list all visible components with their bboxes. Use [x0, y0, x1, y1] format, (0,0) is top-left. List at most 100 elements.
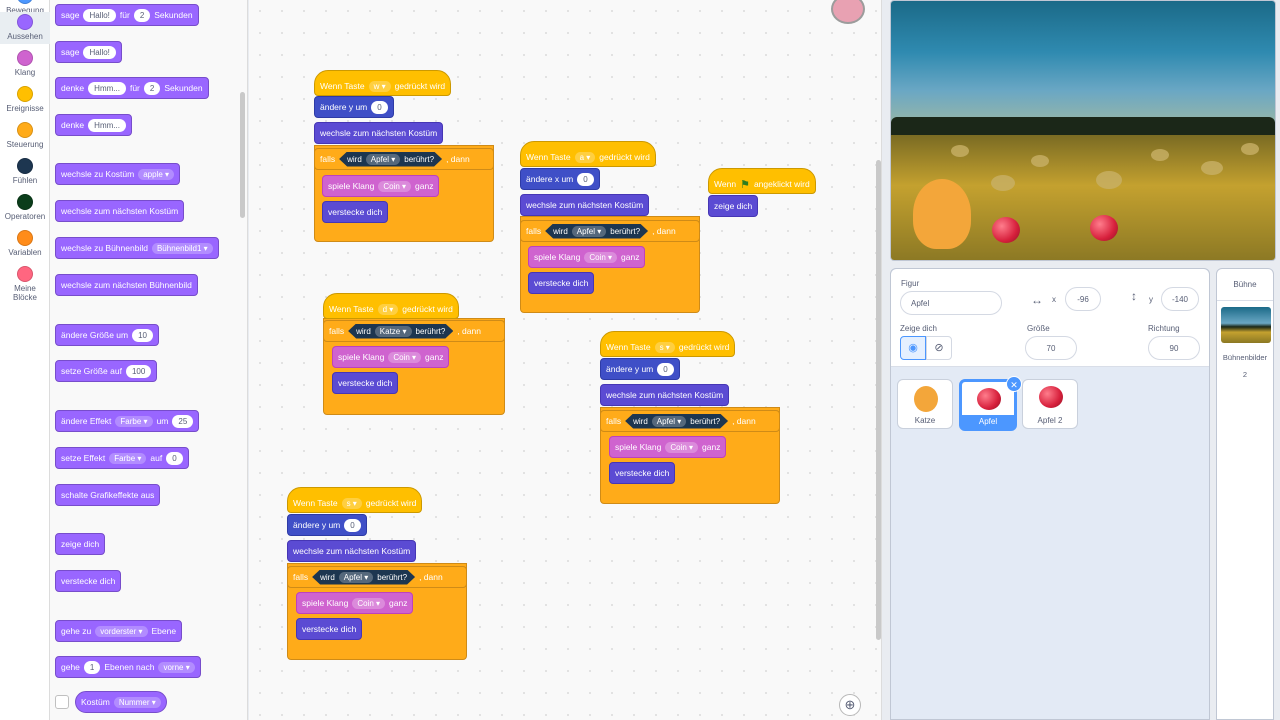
key-dropdown[interactable]: s ▾	[341, 497, 362, 509]
key-dropdown[interactable]: w ▾	[368, 80, 391, 92]
number-input[interactable]: 0	[166, 451, 183, 465]
palette-think-block[interactable]: denke Hmm...	[55, 114, 132, 136]
sprite-dropdown[interactable]: Apfel ▾	[652, 416, 686, 427]
hide-block[interactable]: verstecke dich	[528, 272, 595, 294]
palette-change-effect-block[interactable]: ändere Effekt Farbe ▾ um 25	[55, 410, 200, 432]
sound-dropdown[interactable]: Coin ▾	[665, 441, 699, 453]
palette-scrollbar[interactable]	[240, 92, 245, 218]
palette-think-timed-block[interactable]: denke Hmm... für 2 Sekunden	[55, 77, 209, 99]
apple-sprite-icon[interactable]	[1090, 215, 1118, 241]
number-input[interactable]: 2	[143, 81, 161, 95]
layer-dropdown[interactable]: vorderster ▾	[95, 625, 148, 637]
number-input[interactable]: 0	[371, 100, 388, 114]
palette-go-layer-block[interactable]: gehe zu vorderster ▾ Ebene	[55, 620, 183, 642]
palette-say-timed-block[interactable]: sage Hallo! für 2 Sekunden	[55, 4, 199, 26]
hide-block[interactable]: verstecke dich	[332, 372, 399, 394]
category-operators[interactable]: Operatoren	[0, 194, 50, 221]
next-costume-block[interactable]: wechsle zum nächsten Kostüm	[520, 194, 650, 216]
effect-dropdown[interactable]: Farbe ▾	[109, 452, 147, 464]
touching-condition[interactable]: wird Apfel ▾ berührt?	[545, 224, 648, 239]
palette-switch-backdrop-block[interactable]: wechsle zu Bühnenbild Bühnenbild1 ▾	[55, 237, 219, 259]
direction-input[interactable]: 90	[1148, 336, 1200, 360]
when-key-hat[interactable]: Wenn Taste s ▾ gedrückt wird	[600, 322, 736, 357]
if-block[interactable]: falls wird Apfel ▾ berührt? , dann	[287, 566, 467, 588]
change-y-block[interactable]: ändere y um 0	[600, 358, 680, 380]
play-sound-block[interactable]: spiele Klang Coin ▾ ganz	[332, 346, 450, 368]
when-key-hat[interactable]: Wenn Taste d ▾ gedrückt wird	[323, 284, 459, 319]
sprite-dropdown[interactable]: Apfel ▾	[339, 572, 373, 583]
number-input[interactable]: 10	[132, 328, 153, 342]
hide-block[interactable]: verstecke dich	[609, 462, 676, 484]
when-key-hat[interactable]: Wenn Taste a ▾ gedrückt wird	[520, 132, 656, 167]
if-block[interactable]: falls wird Apfel ▾ berührt? , dann	[520, 220, 700, 242]
direction-dropdown[interactable]: vorne ▾	[158, 661, 195, 673]
when-flag-clicked-hat[interactable]: Wenn ⚑ angeklickt wird	[708, 159, 816, 194]
number-input[interactable]: 0	[577, 172, 594, 186]
sprite-tile-katze[interactable]: Katze	[897, 379, 953, 429]
number-input[interactable]: 0	[344, 518, 361, 532]
backdrop-dropdown[interactable]: Bühnenbild1 ▾	[151, 242, 213, 254]
touching-condition[interactable]: wird Apfel ▾ berührt?	[339, 152, 442, 167]
hide-block[interactable]: verstecke dich	[322, 201, 389, 223]
number-input[interactable]: 25	[172, 414, 194, 428]
text-input[interactable]: Hmm...	[88, 81, 126, 95]
effect-dropdown[interactable]: Farbe ▾	[115, 415, 153, 427]
costume-property-dropdown[interactable]: Nummer ▾	[113, 696, 161, 708]
when-key-hat[interactable]: Wenn Taste w ▾ gedrückt wird	[314, 61, 452, 96]
touching-condition[interactable]: wird Katze ▾ berührt?	[348, 324, 453, 339]
palette-set-effect-block[interactable]: setze Effekt Farbe ▾ auf 0	[55, 447, 189, 469]
script-workspace[interactable]: Wenn Taste w ▾ gedrückt wird ändere y um 0 …	[249, 0, 882, 720]
hide-block[interactable]: verstecke dich	[296, 618, 363, 640]
key-dropdown[interactable]: d ▾	[377, 303, 399, 315]
show-eye-icon[interactable]: ◉	[900, 336, 926, 360]
next-costume-block[interactable]: wechsle zum nächsten Kostüm	[314, 122, 444, 144]
palette-next-costume-block[interactable]: wechsle zum nächsten Kostüm	[55, 200, 185, 222]
number-input[interactable]: 0	[657, 362, 674, 376]
apple-sprite-icon[interactable]	[992, 217, 1020, 243]
sprite-dropdown[interactable]: Apfel ▾	[366, 154, 400, 165]
if-block[interactable]: falls wird Katze ▾ berührt? , dann	[323, 320, 505, 342]
palette-next-backdrop-block[interactable]: wechsle zum nächsten Bühnenbild	[55, 274, 198, 296]
if-block[interactable]: falls wird Apfel ▾ berührt? , dann	[314, 148, 494, 170]
zoom-in-icon[interactable]: ⊕	[839, 694, 861, 716]
play-sound-block[interactable]: spiele Klang Coin ▾ ganz	[296, 592, 414, 614]
y-input[interactable]: -140	[1161, 287, 1199, 311]
palette-set-size-block[interactable]: setze Größe auf 100	[55, 360, 158, 382]
text-input[interactable]: Hallo!	[83, 45, 116, 59]
key-dropdown[interactable]: a ▾	[574, 151, 596, 163]
palette-say-block[interactable]: sage Hallo!	[55, 41, 122, 63]
palette-clear-effects-block[interactable]: schalte Grafikeffekte aus	[55, 484, 161, 506]
category-control[interactable]: Steuerung	[0, 122, 50, 149]
sound-dropdown[interactable]: Coin ▾	[352, 597, 386, 609]
change-y-block[interactable]: ändere y um 0	[287, 514, 367, 536]
number-input[interactable]: 1	[83, 660, 101, 674]
touching-condition[interactable]: wird Apfel ▾ berührt?	[312, 570, 415, 585]
text-input[interactable]: Hallo!	[83, 8, 116, 22]
size-input[interactable]: 70	[1025, 336, 1077, 360]
palette-hide-block[interactable]: verstecke dich	[55, 570, 122, 592]
show-block[interactable]: zeige dich	[708, 195, 759, 217]
category-sensing[interactable]: Fühlen	[0, 158, 50, 185]
if-block[interactable]: falls wird Apfel ▾ berührt? , dann	[600, 410, 780, 432]
hide-eye-icon[interactable]: ⊘	[926, 336, 952, 360]
category-sound[interactable]: Klang	[0, 50, 50, 77]
palette-costume-reporter[interactable]: Kostüm Nummer ▾	[75, 691, 167, 713]
sound-dropdown[interactable]: Coin ▾	[388, 351, 422, 363]
sprite-dropdown[interactable]: Apfel ▾	[572, 226, 606, 237]
sound-dropdown[interactable]: Coin ▾	[378, 180, 412, 192]
touching-condition[interactable]: wird Apfel ▾ berührt?	[625, 414, 728, 429]
next-costume-block[interactable]: wechsle zum nächsten Kostüm	[600, 384, 730, 406]
category-my-blocks[interactable]: Meine Blöcke	[0, 266, 50, 302]
key-dropdown[interactable]: s ▾	[654, 341, 675, 353]
sound-dropdown[interactable]: Coin ▾	[584, 251, 618, 263]
palette-change-size-block[interactable]: ändere Größe um 10	[55, 324, 159, 346]
change-y-block[interactable]: ändere y um 0	[314, 96, 394, 118]
change-x-block[interactable]: ändere x um 0	[520, 168, 600, 190]
cat-sprite-icon[interactable]	[913, 179, 971, 249]
play-sound-block[interactable]: spiele Klang Coin ▾ ganz	[322, 175, 440, 197]
number-input[interactable]: 2	[133, 8, 151, 22]
delete-sprite-icon[interactable]: ✕	[1006, 376, 1022, 392]
number-input[interactable]: 100	[125, 364, 152, 378]
workspace-scrollbar[interactable]	[876, 160, 881, 640]
x-input[interactable]: -96	[1065, 287, 1101, 311]
